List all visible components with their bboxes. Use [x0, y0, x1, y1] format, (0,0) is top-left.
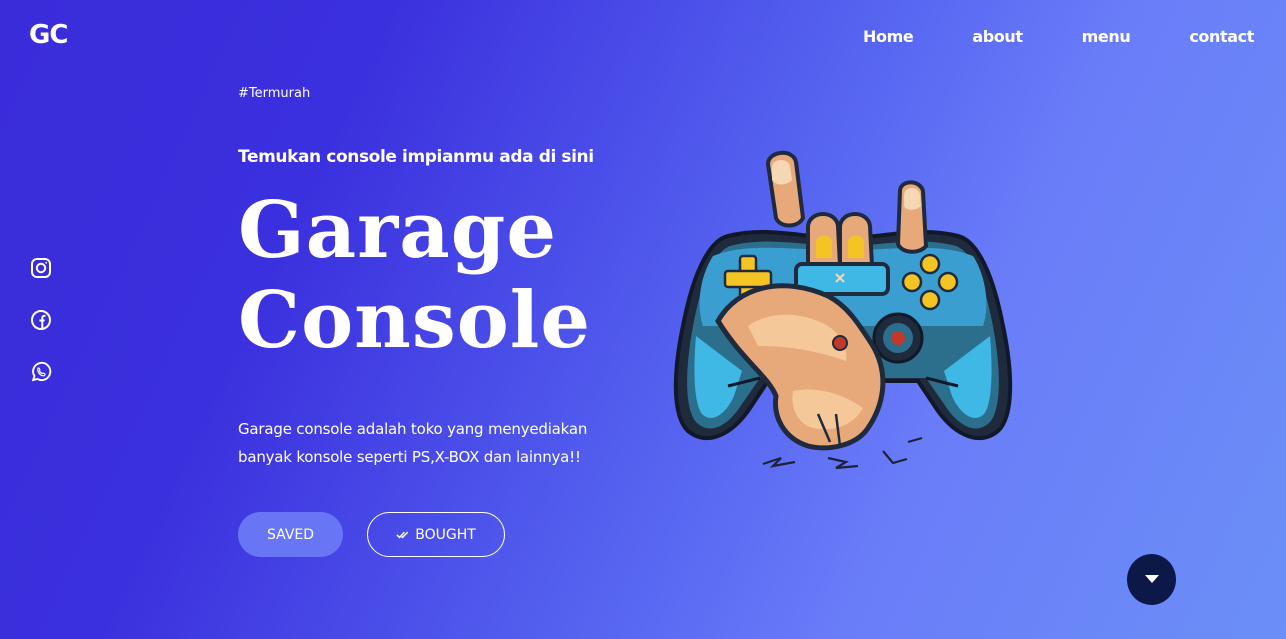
nav-contact[interactable]: contact [1189, 27, 1254, 46]
saved-button-label: SAVED [266, 526, 315, 543]
bought-button[interactable]: BOUGHT [367, 512, 505, 557]
hero-tag: #Termurah [238, 86, 311, 101]
hero-title: Garage Console [238, 186, 591, 366]
instagram-icon[interactable] [30, 257, 52, 279]
main-nav: Home about menu contact [863, 27, 1254, 46]
hero-subtitle: Temukan console impianmu ada di sini [238, 147, 594, 167]
caret-down-icon [1144, 575, 1159, 583]
nav-home[interactable]: Home [863, 27, 914, 46]
facebook-icon[interactable] [30, 309, 52, 331]
saved-button[interactable]: SAVED [238, 512, 343, 557]
hero-title-line-1: Garage [238, 185, 557, 276]
nav-about[interactable]: about [972, 27, 1023, 46]
whatsapp-icon[interactable] [30, 361, 52, 383]
double-check-icon [396, 531, 409, 539]
hero-description: Garage console adalah toko yang menyedia… [238, 420, 588, 466]
social-links [30, 257, 52, 383]
logo[interactable]: GC [29, 20, 68, 50]
hero-title-line-2: Console [238, 275, 592, 366]
scroll-down-button[interactable] [1127, 554, 1176, 605]
nav-menu[interactable]: menu [1082, 27, 1131, 46]
gamepad-hand-illustration [673, 150, 1013, 470]
bought-button-label: BOUGHT [415, 526, 476, 543]
